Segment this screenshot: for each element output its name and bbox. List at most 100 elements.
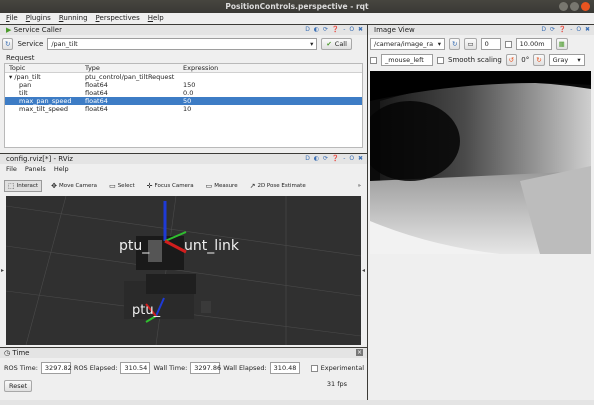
- image-topic-select[interactable]: /camera/image_ra ▾: [370, 38, 445, 50]
- save-image-button[interactable]: ▦: [555, 38, 568, 50]
- colormap-value: Gray: [552, 56, 569, 64]
- rotate-left-button[interactable]: ↺: [505, 54, 518, 66]
- rviz-toolbar: ⬚ Interact ✥ Move Camera ▭ Select ✛ Focus Camer…: [0, 180, 367, 192]
- rotate-left-icon: ↺: [508, 56, 515, 64]
- reset-label: Reset: [9, 382, 28, 390]
- maximize-button[interactable]: [570, 2, 579, 11]
- refresh-services-button[interactable]: ↻: [2, 38, 14, 50]
- rviz-3d-view[interactable]: ptu_ unt_link ptu_: [6, 196, 361, 345]
- row-expression[interactable]: 50: [183, 97, 362, 105]
- menu-running[interactable]: Running: [59, 13, 88, 24]
- rviz-menu-file[interactable]: File: [6, 165, 17, 174]
- experimental-checkbox[interactable]: [310, 364, 318, 372]
- tool-icon: ▭: [205, 182, 213, 190]
- smooth-scaling-checkbox[interactable]: [437, 56, 444, 64]
- tool-icon: ✥: [51, 182, 57, 190]
- request-tree-row[interactable]: tilt float64 0.0: [5, 89, 362, 97]
- main-menubar: File Plugins Running Perspectives Help: [0, 13, 594, 24]
- row-topic: pan: [19, 81, 32, 89]
- time-title-bar: ◷ Time ×: [0, 348, 367, 358]
- service-select[interactable]: /pan_tilt ▾: [47, 38, 318, 50]
- request-tree-row[interactable]: max_pan_speed float64 50: [5, 97, 362, 105]
- zoom-icon: ▭: [467, 40, 474, 48]
- request-tree-row[interactable]: ▾ /pan_tilt ptu_control/pan_tiltRequest: [5, 73, 362, 81]
- rotation-value: 0°: [521, 56, 530, 64]
- smooth-scaling-label: Smooth scaling: [448, 56, 502, 64]
- tool-move-camera[interactable]: ✥ Move Camera: [48, 180, 100, 192]
- menu-plugins[interactable]: Plugins: [26, 13, 51, 24]
- tool-icon: ↗: [249, 182, 256, 190]
- ros-time-label: ROS Time:: [4, 364, 38, 372]
- menu-file[interactable]: File: [6, 13, 18, 24]
- tool-2d-pose-estimate[interactable]: ↗ 2D Pose Estimate: [247, 180, 309, 192]
- row-type: float64: [85, 97, 108, 105]
- tool-icon: ⬚: [8, 182, 15, 190]
- tool-interact[interactable]: ⬚ Interact: [4, 180, 43, 192]
- tool-measure[interactable]: ▭ Measure: [203, 180, 241, 192]
- rviz-menu-panels[interactable]: Panels: [25, 165, 46, 174]
- tool-label: 2D Pose Estimate: [257, 183, 306, 189]
- number-spinbox[interactable]: 0: [480, 38, 501, 50]
- toolbar-more-icon[interactable]: »: [358, 180, 367, 192]
- row-expression[interactable]: 0.0: [183, 89, 362, 97]
- row-type: float64: [85, 105, 108, 113]
- dock-controls-icon[interactable]: D ◐ ⟳ ❓ - O ✖: [305, 154, 364, 164]
- service-caller-title: Service Caller: [13, 26, 62, 34]
- window-titlebar: PositionControls.perspective - rqt: [0, 0, 594, 13]
- reset-button[interactable]: Reset: [4, 380, 33, 392]
- request-tree-row[interactable]: pan float64 150: [5, 81, 362, 89]
- col-topic[interactable]: Topic: [5, 64, 85, 72]
- fps-readout: 31 fps: [326, 380, 347, 388]
- rotate-right-icon: ↻: [536, 56, 542, 64]
- row-expression[interactable]: [183, 73, 362, 81]
- ros-elapsed-label: ROS Elapsed:: [73, 364, 118, 372]
- refresh-icon: ↻: [5, 40, 11, 48]
- close-icon[interactable]: ×: [356, 349, 363, 356]
- wall-time-value: 3297.86: [194, 364, 222, 372]
- row-expression[interactable]: 10: [183, 105, 362, 113]
- enable-checkbox[interactable]: [504, 40, 512, 48]
- distance-spinbox[interactable]: 10.00m: [515, 38, 552, 50]
- image-topic-value: /camera/image_ra: [374, 40, 434, 48]
- row-type: float64: [85, 81, 108, 89]
- zoom-button[interactable]: ▭: [464, 38, 477, 50]
- mouse-publish-checkbox[interactable]: [370, 56, 377, 64]
- ros-time-value: 3297.82: [44, 364, 72, 372]
- tool-icon: ▭: [109, 182, 116, 190]
- col-type[interactable]: Type: [85, 64, 183, 72]
- menu-perspectives[interactable]: Perspectives: [96, 13, 140, 24]
- colormap-select[interactable]: Gray ▾: [548, 54, 585, 66]
- request-tree[interactable]: Topic Type Expression ▾ /pan_tilt ptu_con…: [4, 63, 363, 148]
- tool-focus-camera[interactable]: ✛ Focus Camera: [144, 180, 197, 192]
- wall-time-field: 3297.86: [190, 362, 222, 374]
- close-button[interactable]: [581, 2, 590, 11]
- experimental-label: Experimental: [320, 364, 365, 372]
- time-panel: ◷ Time × ROS Time: 3297.82 ROS Elapsed: …: [0, 348, 367, 400]
- call-button[interactable]: ✔ Call: [321, 38, 352, 50]
- call-label: Call: [334, 40, 347, 48]
- dock-controls-icon[interactable]: D ◐ ⟳ ❓ - O ✖: [305, 25, 364, 35]
- collapse-right-icon[interactable]: ◂: [362, 267, 365, 274]
- chevron-down-icon: ▾: [310, 40, 314, 48]
- menu-help[interactable]: Help: [148, 13, 164, 24]
- tool-select[interactable]: ▭ Select: [106, 180, 138, 192]
- refresh-icon: ↻: [452, 40, 458, 48]
- mouse-topic-field[interactable]: _mouse_left: [381, 54, 433, 66]
- row-topic: max_tilt_speed: [19, 105, 69, 113]
- col-expression[interactable]: Expression: [183, 64, 362, 72]
- row-expression[interactable]: 150: [183, 81, 362, 89]
- chevron-down-icon: ▾: [437, 40, 441, 48]
- rviz-menu-help[interactable]: Help: [54, 165, 69, 174]
- camera-image[interactable]: [370, 71, 591, 254]
- frame-label-ptu-base: ptu_: [132, 303, 161, 318]
- status-bar: [0, 400, 594, 405]
- refresh-topics-button[interactable]: ↻: [449, 38, 461, 50]
- image-view-title: Image View: [374, 26, 415, 34]
- request-tree-row[interactable]: max_tilt_speed float64 10: [5, 105, 362, 113]
- wall-elapsed-field: 310.48: [269, 362, 300, 374]
- dock-controls-icon[interactable]: D ⟳ ❓ - O ✖: [541, 25, 591, 35]
- rotate-right-button[interactable]: ↻: [533, 54, 545, 66]
- collapse-left-icon[interactable]: ▸: [1, 267, 4, 274]
- minimize-button[interactable]: [559, 2, 568, 11]
- frame-label-ptu-mount: ptu_: [119, 238, 150, 254]
